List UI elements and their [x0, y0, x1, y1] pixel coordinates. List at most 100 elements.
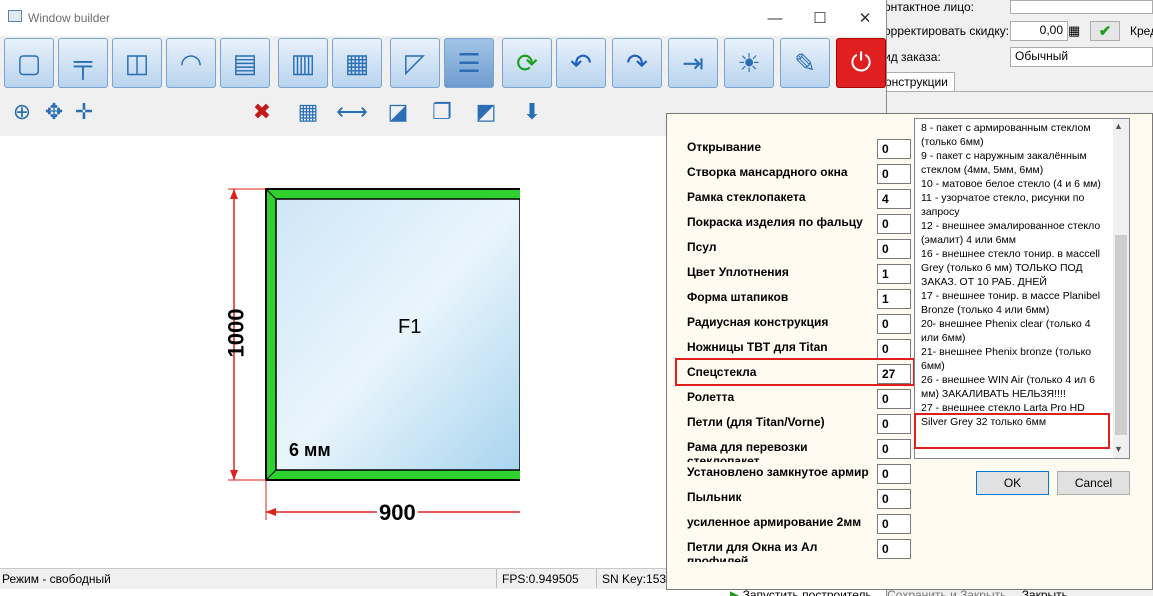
preview-button[interactable]: ☀ [724, 38, 774, 88]
param-value-input[interactable]: 4 [877, 189, 911, 209]
list-item[interactable]: 20- внешнее Phenix clear (только 4 или 6… [915, 317, 1113, 345]
apply-discount-button[interactable]: ✔ [1090, 21, 1120, 41]
param-value-input[interactable]: 0 [877, 214, 911, 234]
param-value-input[interactable]: 0 [877, 139, 911, 159]
pan-button[interactable]: ✥ [38, 96, 70, 128]
window-frame-button[interactable]: ▢ [4, 38, 54, 88]
grid-sash-button[interactable]: ▦ [332, 38, 382, 88]
param-label: Установлено замкнутое армир [687, 465, 869, 479]
refresh-icon: ⟳ [516, 47, 538, 78]
param-label: Форма штапиков [687, 290, 789, 304]
run-builder-button[interactable]: Запустить построитель [743, 588, 872, 596]
order-type-label: ид заказа: [884, 50, 941, 64]
calculator-icon[interactable]: ▦ [1068, 23, 1080, 39]
contact-input[interactable] [1010, 0, 1153, 14]
grid-button[interactable]: ▦ [292, 96, 324, 128]
param-value-input[interactable]: 0 [877, 339, 911, 359]
minimize-button[interactable]: — [755, 6, 795, 30]
tab-divider [878, 91, 1153, 92]
order-type-select[interactable]: Обычный [1010, 47, 1153, 67]
ok-button[interactable]: OK [976, 471, 1049, 495]
param-value-input[interactable]: 0 [877, 464, 911, 484]
list-item[interactable]: 12 - внешнее эмалированное стекло (эмали… [915, 219, 1113, 247]
zoom-in-button[interactable]: ⊕ [6, 96, 38, 128]
credit-label: Кред [1130, 24, 1153, 38]
param-value-input[interactable]: 0 [877, 539, 911, 559]
redo-button[interactable]: ↷ [612, 38, 662, 88]
export-icon: ⇥ [682, 47, 704, 78]
paint-button[interactable]: ✎ [780, 38, 830, 88]
view-3d-icon: ◩ [475, 99, 497, 124]
fps-status: FPS:0.949505 [502, 572, 579, 586]
discount-input[interactable]: 0,00 [1010, 21, 1068, 41]
undo-button[interactable]: ↶ [556, 38, 606, 88]
tab-constructions[interactable]: онструкции [878, 72, 955, 91]
highlight-box [675, 358, 915, 386]
door-button[interactable]: ▤ [220, 38, 270, 88]
power-button[interactable]: ⏻ [836, 38, 886, 88]
multi-sash-button[interactable]: ▥ [278, 38, 328, 88]
list-item[interactable]: 11 - узорчатое стекло, рисунки по запрос… [915, 191, 1113, 219]
cancel-button[interactable]: Cancel [1057, 471, 1130, 495]
param-value-input[interactable]: 0 [877, 164, 911, 184]
discount-label: орректировать скидку: [884, 24, 1010, 38]
list-item[interactable]: 17 - внешнее тонир. в массе Planibel Bro… [915, 289, 1113, 317]
height-dimension-label[interactable]: 1000 [223, 309, 249, 358]
param-value-input[interactable]: 1 [877, 289, 911, 309]
view-3d-button[interactable]: ◩ [470, 96, 502, 128]
glass-options-list[interactable]: 8 - пакет с армированным стеклом (только… [914, 118, 1130, 459]
arch-button[interactable]: ◠ [166, 38, 216, 88]
param-label: Пыльник [687, 490, 742, 504]
copy-button[interactable]: ❐ [426, 96, 458, 128]
save-close-button[interactable]: Сохранить и Закрыть [887, 588, 1006, 596]
param-label: Открывание [687, 140, 761, 154]
dimension-button[interactable]: ⟷ [336, 96, 368, 128]
delete-button[interactable]: ✖ [246, 96, 278, 128]
scroll-down-icon[interactable]: ▼ [1114, 444, 1123, 454]
maximize-icon: ☐ [813, 10, 827, 27]
width-dimension-label[interactable]: 900 [377, 500, 418, 526]
param-value-input[interactable]: 0 [877, 439, 911, 459]
param-label: Псул [687, 240, 717, 254]
sash-icon: ◫ [124, 47, 150, 78]
save-button[interactable]: ⬇ [516, 96, 548, 128]
profile-angle-button[interactable]: ◸ [390, 38, 440, 88]
status-divider [496, 569, 497, 588]
refresh-button[interactable]: ⟳ [502, 38, 552, 88]
maximize-button[interactable]: ☐ [800, 6, 840, 30]
move-button[interactable]: ✛ [68, 96, 100, 128]
app-icon [8, 10, 22, 22]
checkmark-icon: ✔ [1098, 23, 1112, 40]
power-icon: ⏻ [850, 47, 872, 77]
list-item[interactable]: 26 - внешнее WIN Air (только 4 ил 6 мм) … [915, 373, 1113, 401]
param-value-input[interactable]: 0 [877, 489, 911, 509]
window-drawing [228, 188, 520, 520]
list-item[interactable]: 9 - пакет с наружным закалённым стеклом … [915, 149, 1113, 177]
list-item[interactable]: 10 - матовое белое стекло (4 и 6 мм) [915, 177, 1113, 191]
save-icon: ⬇ [522, 99, 542, 124]
param-label: Цвет Уплотнения [687, 265, 789, 279]
scroll-thumb[interactable] [1115, 235, 1127, 435]
close-button[interactable]: ✕ [845, 6, 885, 30]
sash-button[interactable]: ◫ [112, 38, 162, 88]
move-icon: ✛ [74, 99, 94, 124]
param-value-input[interactable]: 0 [877, 314, 911, 334]
impost-button[interactable]: ╤ [58, 38, 108, 88]
window-frame-icon: ▢ [16, 47, 42, 78]
scroll-up-icon[interactable]: ▲ [1114, 121, 1123, 131]
param-value-input[interactable]: 0 [877, 414, 911, 434]
door-icon: ▤ [232, 47, 258, 78]
list-item[interactable]: 21- внешнее Phenix bronze (только 6мм) [915, 345, 1113, 373]
param-value-input[interactable]: 0 [877, 514, 911, 534]
param-value-input[interactable]: 0 [877, 389, 911, 409]
glass-button[interactable]: ◪ [382, 96, 414, 128]
param-label: Покраска изделия по фальцу [687, 215, 863, 229]
param-value-input[interactable]: 0 [877, 239, 911, 259]
list-item[interactable]: 8 - пакет с армированным стеклом (только… [915, 121, 1113, 149]
properties-button[interactable]: ☰ [444, 38, 494, 88]
delete-icon: ✖ [252, 99, 272, 124]
close-app-button[interactable]: Закрыть [1022, 588, 1068, 596]
list-item[interactable]: 16 - внешнее стекло тонир. в массеll Gre… [915, 247, 1113, 289]
export-button[interactable]: ⇥ [668, 38, 718, 88]
param-value-input[interactable]: 1 [877, 264, 911, 284]
